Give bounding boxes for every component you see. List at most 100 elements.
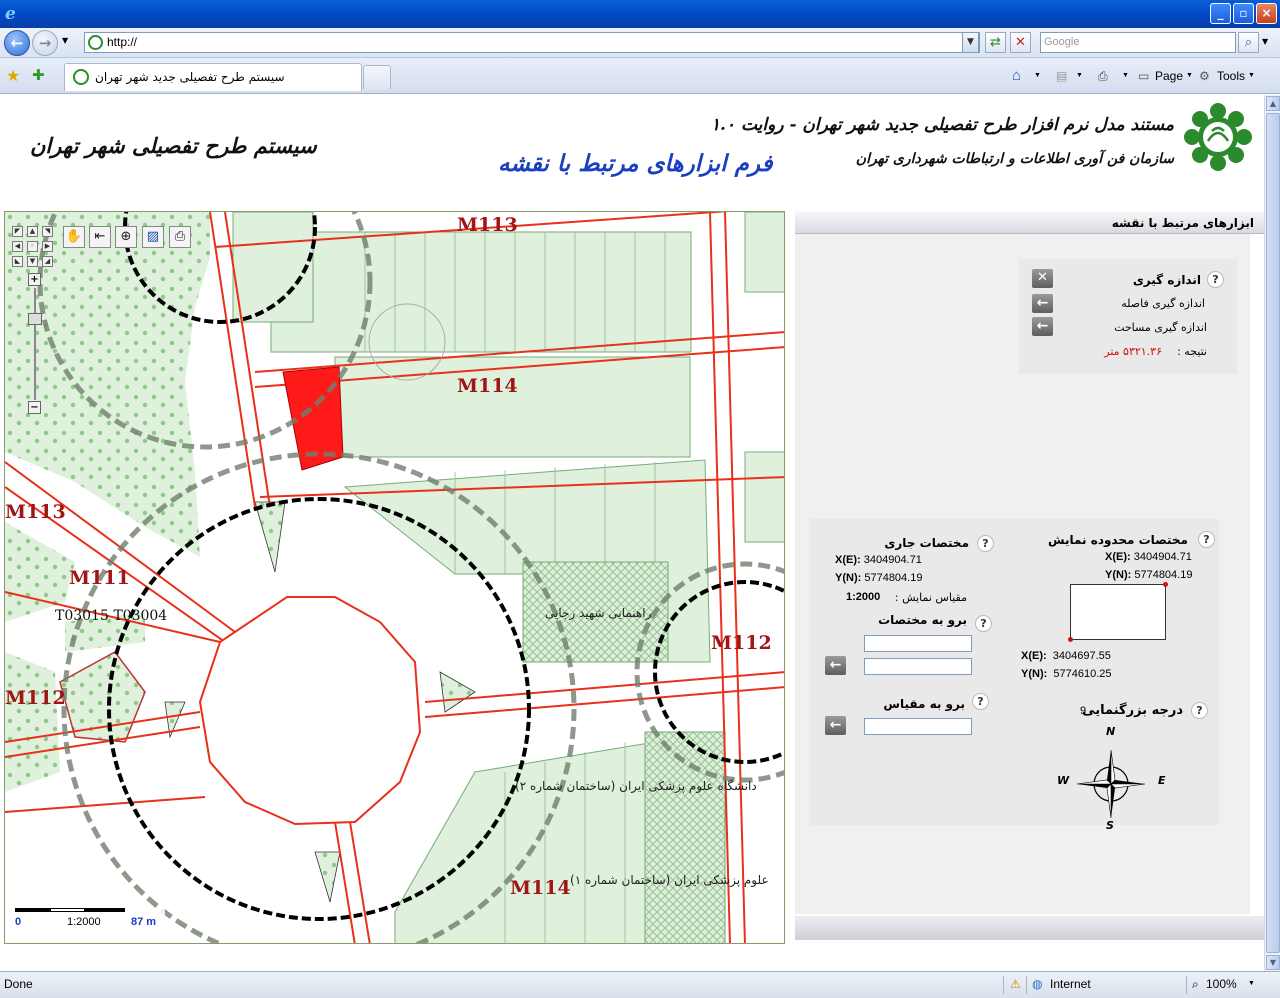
search-icon[interactable]: ⌕ [1238, 32, 1259, 53]
help-icon[interactable]: ? [975, 615, 992, 632]
title-bar: e _ ▫ × [0, 0, 1280, 28]
maximize-button[interactable]: ▫ [1233, 3, 1254, 24]
tools-gear-icon[interactable]: ⚙ [1199, 67, 1210, 85]
zoom-out-icon[interactable]: − [28, 401, 41, 414]
page-menu-button[interactable]: Page [1155, 67, 1183, 85]
current-coords-title: مختصات جاری [884, 536, 969, 550]
zoom-slider-thumb[interactable] [28, 313, 42, 325]
pan-west-icon[interactable]: ◀ [12, 241, 23, 252]
page-scrollbar[interactable]: ▲ ▼ [1264, 95, 1280, 971]
close-measure-icon[interactable]: ✕ [1032, 269, 1053, 288]
zoom-slider-track[interactable] [34, 288, 36, 400]
panel-body: ? اندازه گیری ✕ ← اندازه گیری فاصله ← ان… [795, 234, 1250, 914]
minimize-button[interactable]: _ [1210, 3, 1231, 24]
history-dropdown-icon[interactable]: ▼ [62, 36, 68, 45]
current-y-value: 5774804.19 [864, 572, 923, 584]
add-favorites-icon[interactable]: ✚ [32, 66, 45, 84]
pan-center-icon[interactable]: ◦ [27, 241, 38, 252]
zoom-dropdown-icon[interactable]: ▼ [1248, 972, 1255, 996]
scroll-thumb[interactable] [1266, 113, 1280, 953]
scroll-down-icon[interactable]: ▼ [1266, 955, 1280, 970]
scroll-up-icon[interactable]: ▲ [1266, 96, 1280, 111]
pan-north-icon[interactable]: ▲ [27, 226, 38, 237]
measure-title: اندازه گیری [1132, 273, 1201, 287]
url-input[interactable]: http:// [84, 32, 980, 53]
pan-south-icon[interactable]: ▼ [27, 256, 38, 267]
zoom-box-icon[interactable]: ⊕ [115, 226, 137, 248]
goto-x-input[interactable] [864, 635, 972, 652]
map-view[interactable]: M113 M114 M113 M111 M112 M112 M114 T0301… [4, 211, 785, 944]
building-label: راهنمایی شهید رجایی [545, 606, 652, 621]
zoom-level[interactable]: 100% [1206, 972, 1237, 996]
search-options-icon[interactable]: ▼ [1262, 37, 1268, 46]
pan-southeast-icon[interactable]: ◢ [42, 256, 53, 267]
map-label: M113 [5, 501, 66, 523]
extent-min-x-label: X(E): [1021, 650, 1047, 662]
tools-menu-button[interactable]: Tools [1217, 67, 1245, 85]
measure-distance-arrow-icon[interactable]: ← [1032, 294, 1053, 313]
pan-hand-icon[interactable]: ✋ [63, 226, 85, 248]
search-input[interactable]: Google [1040, 32, 1236, 53]
favorites-star-icon[interactable]: ★ [6, 66, 20, 85]
page-menu-icon[interactable]: ▭ [1138, 67, 1149, 85]
new-tab-button[interactable] [363, 65, 391, 89]
help-icon[interactable]: ? [972, 693, 989, 710]
close-window-button[interactable]: × [1256, 3, 1277, 24]
extent-max-y-value: 5774804.19 [1134, 569, 1193, 581]
page-icon [88, 35, 103, 50]
feeds-dropdown-icon[interactable]: ▼ [1076, 67, 1083, 85]
pan-east-icon[interactable]: ▶ [42, 241, 53, 252]
back-button[interactable]: ← [4, 30, 30, 56]
goto-coords-arrow-icon[interactable]: ← [825, 656, 846, 675]
measure-area-arrow-icon[interactable]: ← [1032, 317, 1053, 336]
measure-result-label: نتیجه : [1177, 345, 1207, 358]
page-dropdown-icon[interactable]: ▼ [1186, 67, 1193, 85]
print-map-icon[interactable]: ⎙ [169, 226, 191, 248]
pan-northwest-icon[interactable]: ◤ [12, 226, 23, 237]
goto-y-input[interactable] [864, 658, 972, 675]
goto-scale-input[interactable] [864, 718, 972, 735]
current-x: X(E): 3404904.71 [835, 554, 922, 566]
print-icon[interactable]: ⎙ [1098, 67, 1108, 85]
help-icon[interactable]: ? [1207, 271, 1224, 288]
current-y: Y(N): 5774804.19 [835, 572, 922, 584]
home-icon[interactable]: ⌂ [1012, 67, 1021, 85]
current-y-label: Y(N): [835, 572, 862, 584]
scale-segment [15, 908, 50, 912]
tehran-municipality-logo [1184, 103, 1252, 171]
pan-southwest-icon[interactable]: ◣ [12, 256, 23, 267]
zoom-level-title: درجه بزرگنمایی [1082, 703, 1183, 718]
help-icon[interactable]: ? [1198, 531, 1215, 548]
map-canvas[interactable]: M113 M114 M113 M111 M112 M112 M114 T0301… [5, 212, 785, 944]
extent-max-y: Y(N): 5774804.19 [1105, 569, 1192, 581]
current-scale-label: مقیاس نمایش : [894, 591, 967, 604]
refresh-icon[interactable]: ⇄ [985, 32, 1006, 53]
extent-min-x: X(E): 3404697.55 [1021, 650, 1111, 662]
browser-tab[interactable]: سیستم طرح تفصیلی جدید شهر تهران [64, 63, 362, 91]
compass-north: N [1106, 725, 1116, 738]
url-dropdown-icon[interactable]: ▼ [962, 32, 979, 53]
url-text: http:// [107, 35, 138, 49]
home-dropdown-icon[interactable]: ▼ [1034, 67, 1041, 85]
tab-title: سیستم طرح تفصیلی جدید شهر تهران [95, 70, 285, 84]
stop-icon[interactable]: ✕ [1010, 32, 1031, 53]
map-image-icon[interactable]: ▨ [142, 226, 164, 248]
help-icon[interactable]: ? [977, 535, 994, 552]
tools-dropdown-icon[interactable]: ▼ [1248, 67, 1255, 85]
print-dropdown-icon[interactable]: ▼ [1122, 67, 1129, 85]
full-extent-icon[interactable]: ⇤ [89, 226, 111, 248]
measure-distance-label[interactable]: اندازه گیری فاصله [1121, 297, 1205, 310]
goto-scale-arrow-icon[interactable]: ← [825, 716, 846, 735]
zoom-magnifier-icon[interactable]: ⌕ [1192, 972, 1199, 996]
measure-area-label[interactable]: اندازه گیری مساحت [1114, 321, 1207, 334]
current-scale-value: 1:2000 [846, 591, 881, 603]
status-divider [1026, 976, 1027, 994]
status-text: Done [4, 977, 33, 991]
feeds-icon[interactable]: ▤ [1056, 67, 1067, 85]
ie-icon: e [5, 4, 16, 24]
pan-northeast-icon[interactable]: ◥ [42, 226, 53, 237]
help-icon[interactable]: ? [1191, 702, 1208, 719]
extent-max-y-label: Y(N): [1105, 569, 1132, 581]
zoom-in-icon[interactable]: + [28, 273, 41, 286]
forward-button[interactable]: → [32, 30, 58, 56]
